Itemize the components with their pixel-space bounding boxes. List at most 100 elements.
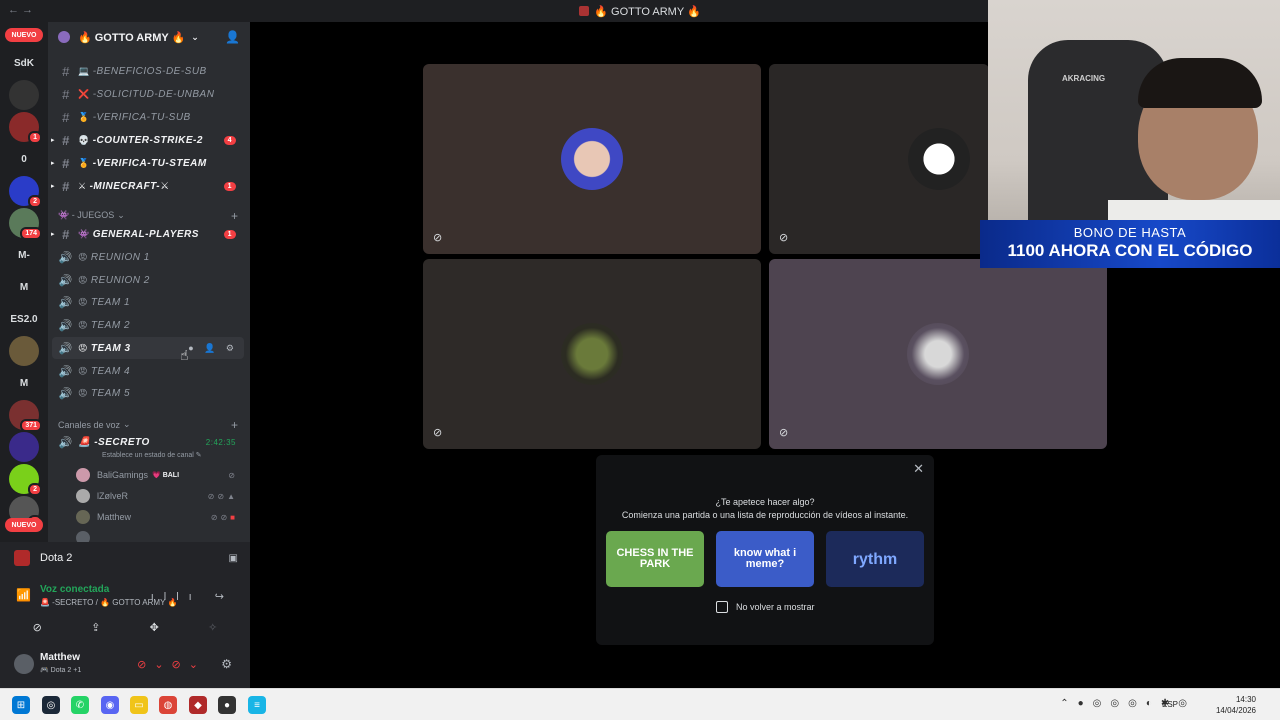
category-juegos[interactable]: 👾 - JUEGOS ⌄ + <box>58 209 238 223</box>
chrome-icon[interactable]: ◍ <box>159 696 177 714</box>
channel-general-players[interactable]: ▸ # 👾 GENERAL-PLAYERS 1 <box>51 223 244 245</box>
activity-card-rythm[interactable]: rythm <box>826 531 924 587</box>
soundboard-icon[interactable]: ✧ <box>188 616 238 638</box>
collapse-arrow-icon: ▸ <box>51 183 56 190</box>
activity-card-chess[interactable]: CHESS IN THE PARK <box>606 531 704 587</box>
channel-counter-strike[interactable]: ▸ # 💀 -COUNTER-STRIKE-2 4 <box>51 129 244 151</box>
avatar <box>76 468 90 482</box>
channel-tools[interactable]: ● 👤 ⚙ <box>188 343 238 354</box>
taskbar-clock[interactable]: 14:30 14/04/2026 <box>1216 694 1256 716</box>
channel-label: REUNION 2 <box>90 274 150 286</box>
disconnect-controls[interactable]: ıllı ↪ <box>151 590 234 603</box>
activities-icon[interactable]: ✥ <box>129 616 179 638</box>
server-red[interactable]: 1 <box>9 112 42 144</box>
collapse-arrow-icon: ▸ <box>51 137 56 144</box>
speaker-icon: 🔊 <box>58 387 74 400</box>
active-voice-channel[interactable]: 🔊 🚨 -SECRETO 2:42:35 <box>52 431 244 453</box>
participant-tile[interactable]: ⊘ <box>769 259 1107 449</box>
voice-user[interactable]: BaliGamings 💗 BALI ⊘ <box>76 465 238 485</box>
notepad-icon[interactable]: ≡ <box>248 696 266 714</box>
username: Matthew <box>40 652 80 663</box>
discord-icon[interactable]: ◉ <box>101 696 119 714</box>
server-header-icon <box>58 31 70 43</box>
voice-user[interactable] <box>76 528 238 542</box>
add-user-icon[interactable]: 👤 <box>225 30 240 44</box>
add-channel-icon[interactable]: + <box>231 209 238 223</box>
obs-icon[interactable]: ● <box>218 696 236 714</box>
unread-badge: 1 <box>223 229 236 239</box>
speaker-icon: 🔊 <box>58 296 74 309</box>
voice-channel-team-1[interactable]: 🔊 😡 TEAM 1 <box>52 291 244 313</box>
voice-channel-team-3[interactable]: 🔊 😡 TEAM 3 ● 👤 ⚙ <box>52 337 244 359</box>
dont-show-label[interactable]: No volver a mostrar <box>736 602 815 612</box>
prompt-subtitle: Comienza una partida o una lista de repr… <box>621 510 909 520</box>
voice-channel-team-2[interactable]: 🔊 😡 TEAM 2 <box>52 314 244 336</box>
server-division[interactable] <box>9 80 39 110</box>
activity-bar[interactable]: Dota 2 ▣ <box>8 546 242 570</box>
channel-verifica-steam[interactable]: ▸ # 🏅 -VERIFICA-TU-STEAM <box>51 152 244 174</box>
windows-start-icon[interactable]: ⊞ <box>12 696 30 714</box>
hash-icon: # <box>62 178 70 194</box>
channel-sidebar: 🔥 GOTTO ARMY 🔥 ⌄ 👤 # 💻 -BENEFICIOS-DE-SU… <box>48 22 250 542</box>
participant-tile[interactable]: ⊘ <box>423 259 761 449</box>
channel-minecraft[interactable]: ▸ # ⚔ -MINECRAFT-⚔ 1 <box>51 175 244 197</box>
voice-user[interactable]: Matthew ⊘⊘■ <box>76 507 238 527</box>
activity-card-meme[interactable]: know what i meme? <box>716 531 814 587</box>
camera-off-icon: ⊘ <box>433 427 443 439</box>
voice-channel-team-5[interactable]: 🔊 😡 TEAM 5 <box>52 382 244 404</box>
channel-label: -VERIFICA-TU-SUB <box>92 111 191 123</box>
server-header[interactable]: 🔥 GOTTO ARMY 🔥 ⌄ 👤 <box>48 22 250 52</box>
channel-label: REUNION 1 <box>90 251 150 263</box>
voice-user[interactable]: lZølveR ⊘⊘▲ <box>76 486 238 506</box>
server-371[interactable]: 371 <box>9 400 42 432</box>
participant-tile[interactable]: ⊘ <box>769 64 989 254</box>
channel-beneficios[interactable]: # 💻 -BENEFICIOS-DE-SUB <box>52 60 244 82</box>
avatar[interactable] <box>14 654 34 674</box>
server-sdk[interactable]: SdK <box>9 48 39 78</box>
speaker-icon: 🔊 <box>58 319 74 332</box>
server-icon <box>579 6 590 16</box>
screen-share-icon[interactable]: ▣ <box>229 553 238 564</box>
nav-arrows[interactable]: ← → <box>8 4 33 16</box>
folder-icon[interactable]: ▭ <box>130 696 148 714</box>
voice-channel-reunion-1[interactable]: 🔊 😡 REUNION 1 <box>52 246 244 268</box>
server-green[interactable]: 174 <box>9 208 42 240</box>
chevron-down-icon: ⌄ <box>123 419 131 429</box>
server-helmet[interactable] <box>9 336 39 366</box>
hash-icon: # <box>62 226 70 242</box>
voice-channel-reunion-2[interactable]: 🔊 😡 REUNION 2 <box>52 269 244 291</box>
channel-verifica-sub[interactable]: # 🏅 -VERIFICA-TU-SUB <box>52 106 244 128</box>
speaker-icon: 🔊 <box>58 274 74 287</box>
close-icon[interactable]: ✕ <box>913 461 924 477</box>
server-m2[interactable]: M <box>9 368 39 398</box>
channel-solicitud[interactable]: # ❌ -SOLICITUD-DE-UNBAN <box>52 83 244 105</box>
dota-taskbar-icon[interactable]: ◆ <box>189 696 207 714</box>
steam-icon[interactable]: ◎ <box>42 696 60 714</box>
server-m-dash[interactable]: M- <box>9 240 39 270</box>
add-channel-icon[interactable]: + <box>231 418 238 432</box>
server-zero[interactable]: 0 <box>9 144 39 174</box>
channel-status-prompt[interactable]: Establece un estado de canal ✎ <box>102 451 202 459</box>
screen-share-button[interactable]: ⇪ <box>71 616 121 638</box>
camera-icon[interactable]: ⊘ <box>12 616 62 638</box>
server-xbox[interactable]: 2 <box>9 464 42 496</box>
server-es20[interactable]: ES2.0 <box>9 304 39 334</box>
dont-show-checkbox[interactable] <box>716 601 728 613</box>
voice-connected-label[interactable]: Voz conectada <box>40 584 109 595</box>
participant-tile[interactable]: ⊘ <box>423 64 761 254</box>
collapse-arrow-icon: ▸ <box>51 160 56 167</box>
language-indicator[interactable]: ESP <box>1162 700 1178 709</box>
server-players[interactable] <box>9 432 39 462</box>
channel-label: -VERIFICA-TU-STEAM <box>92 157 207 169</box>
whatsapp-icon[interactable]: ✆ <box>71 696 89 714</box>
mic-muted-icon[interactable]: ⊘⌄⊘⌄ <box>137 658 206 671</box>
server-blue[interactable]: 2 <box>9 176 42 208</box>
voice-channel-team-4[interactable]: 🔊 😡 TEAM 4 <box>52 360 244 382</box>
avatar <box>76 531 90 542</box>
speaker-icon: 🔊 <box>58 342 74 355</box>
user-bar: Matthew 🎮 Dota 2 +1 ⊘⌄⊘⌄ ⚙ <box>8 648 242 682</box>
channel-label: -COUNTER-STRIKE-2 <box>92 134 203 146</box>
server-m[interactable]: M <box>9 272 39 302</box>
gear-icon[interactable]: ⚙ <box>221 657 232 671</box>
category-voice[interactable]: Canales de voz ⌄ + <box>58 418 238 432</box>
